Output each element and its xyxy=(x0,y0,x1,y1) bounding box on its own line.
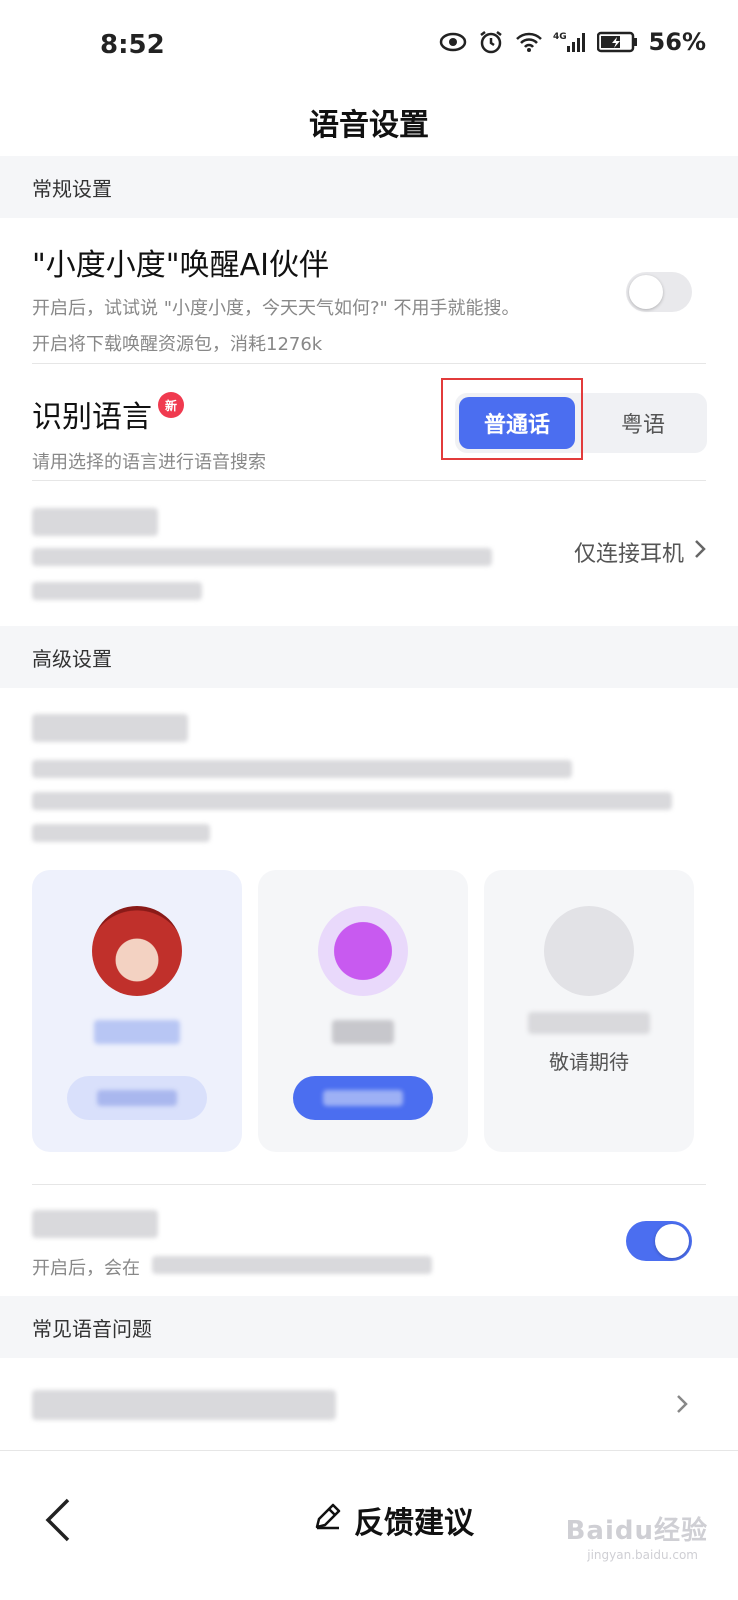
blurred-desc xyxy=(32,824,210,842)
new-badge: 新 xyxy=(158,392,184,418)
wake-desc-2: 开启将下载唤醒资源包，消耗1276k xyxy=(32,334,323,355)
alarm-icon xyxy=(477,29,505,55)
section-advanced-label: 高级设置 xyxy=(32,646,112,671)
status-time: 8:52 xyxy=(100,30,165,60)
blurred-desc xyxy=(32,792,672,810)
status-bar: 8:52 4G 56% xyxy=(0,0,738,90)
coming-soon-label: 敬请期待 xyxy=(549,1050,629,1074)
language-title: 识别语言新 xyxy=(32,392,432,436)
wake-row: "小度小度"唤醒AI伙伴 开启后，试试说 "小度小度，今天天气如何?" 不用手就… xyxy=(32,240,706,356)
blurred-title xyxy=(32,1210,158,1238)
blurred-desc xyxy=(32,760,572,778)
back-arrow-icon xyxy=(45,1498,70,1542)
blurred-pill-label xyxy=(323,1090,403,1106)
wake-desc-1: 开启后，试试说 "小度小度，今天天气如何?" 不用手就能搜。 xyxy=(32,298,520,319)
assistant-card-3: 敬请期待 xyxy=(484,870,694,1152)
status-icons: 4G 56% xyxy=(439,28,706,56)
network-type: 4G xyxy=(553,32,567,42)
headset-link[interactable]: 仅连接耳机 xyxy=(574,536,706,568)
page-title: 语音设置 xyxy=(309,108,429,143)
signal-icon: 4G xyxy=(553,29,587,55)
language-row: 识别语言新 请用选择的语言进行语音搜索 xyxy=(32,392,432,474)
pencil-icon xyxy=(312,1500,344,1540)
blurred-name xyxy=(528,1012,650,1034)
back-button[interactable] xyxy=(38,1495,78,1545)
feedback-label: 反馈建议 xyxy=(354,1506,474,1541)
page-header: 语音设置 xyxy=(0,88,738,156)
misc-toggle[interactable] xyxy=(626,1221,692,1261)
bottom-bar: 反馈建议 Baidu经验 jingyan.baidu.com xyxy=(0,1470,738,1600)
section-general-label: 常规设置 xyxy=(32,176,112,201)
divider xyxy=(32,1184,706,1185)
card-pill[interactable] xyxy=(67,1076,207,1120)
headset-link-label: 仅连接耳机 xyxy=(573,542,684,567)
placeholder-avatar-icon xyxy=(544,906,634,996)
battery-percent: 56% xyxy=(648,28,706,56)
wifi-icon xyxy=(515,29,543,55)
divider xyxy=(0,1450,738,1451)
language-desc: 请用选择的语言进行语音搜索 xyxy=(32,452,266,473)
chevron-right-icon xyxy=(694,539,706,565)
language-title-text: 识别语言 xyxy=(32,400,152,435)
blurred-faq-question xyxy=(32,1390,336,1420)
watermark-url: jingyan.baidu.com xyxy=(587,1548,698,1562)
section-general: 常规设置 xyxy=(0,156,738,218)
blurred-desc xyxy=(32,548,492,566)
blurred-title xyxy=(32,508,158,536)
blurred-desc xyxy=(32,582,202,600)
assistant-card-2[interactable] xyxy=(258,870,468,1152)
blurred-desc xyxy=(152,1256,432,1274)
assistant-card-1[interactable] xyxy=(32,870,242,1152)
watermark: Baidu经验 xyxy=(565,1516,708,1546)
language-option-cantonese[interactable]: 粤语 xyxy=(585,397,701,449)
section-faq: 常见语音问题 xyxy=(0,1296,738,1358)
section-faq-label: 常见语音问题 xyxy=(32,1316,152,1341)
card-pill[interactable] xyxy=(293,1076,433,1120)
wake-title: "小度小度"唤醒AI伙伴 xyxy=(32,248,329,283)
blurred-name xyxy=(94,1020,180,1044)
blurred-name xyxy=(332,1020,394,1044)
misc-desc: 开启后，会在 xyxy=(32,1258,140,1279)
battery-icon xyxy=(596,29,639,55)
divider xyxy=(32,363,706,364)
toggle-knob xyxy=(629,275,663,309)
blurred-pill-label xyxy=(97,1090,177,1106)
eye-icon xyxy=(439,29,467,55)
anime-avatar-icon xyxy=(92,906,182,996)
feedback-button[interactable]: 反馈建议 xyxy=(312,1498,474,1542)
orb-avatar-icon xyxy=(318,906,408,996)
divider xyxy=(32,480,706,481)
faq-chevron-right-icon[interactable] xyxy=(676,1394,688,1418)
wake-toggle[interactable] xyxy=(626,272,692,312)
highlight-annotation xyxy=(441,378,583,460)
blurred-title xyxy=(32,714,188,742)
toggle-knob xyxy=(655,1224,689,1258)
section-advanced: 高级设置 xyxy=(0,626,738,688)
